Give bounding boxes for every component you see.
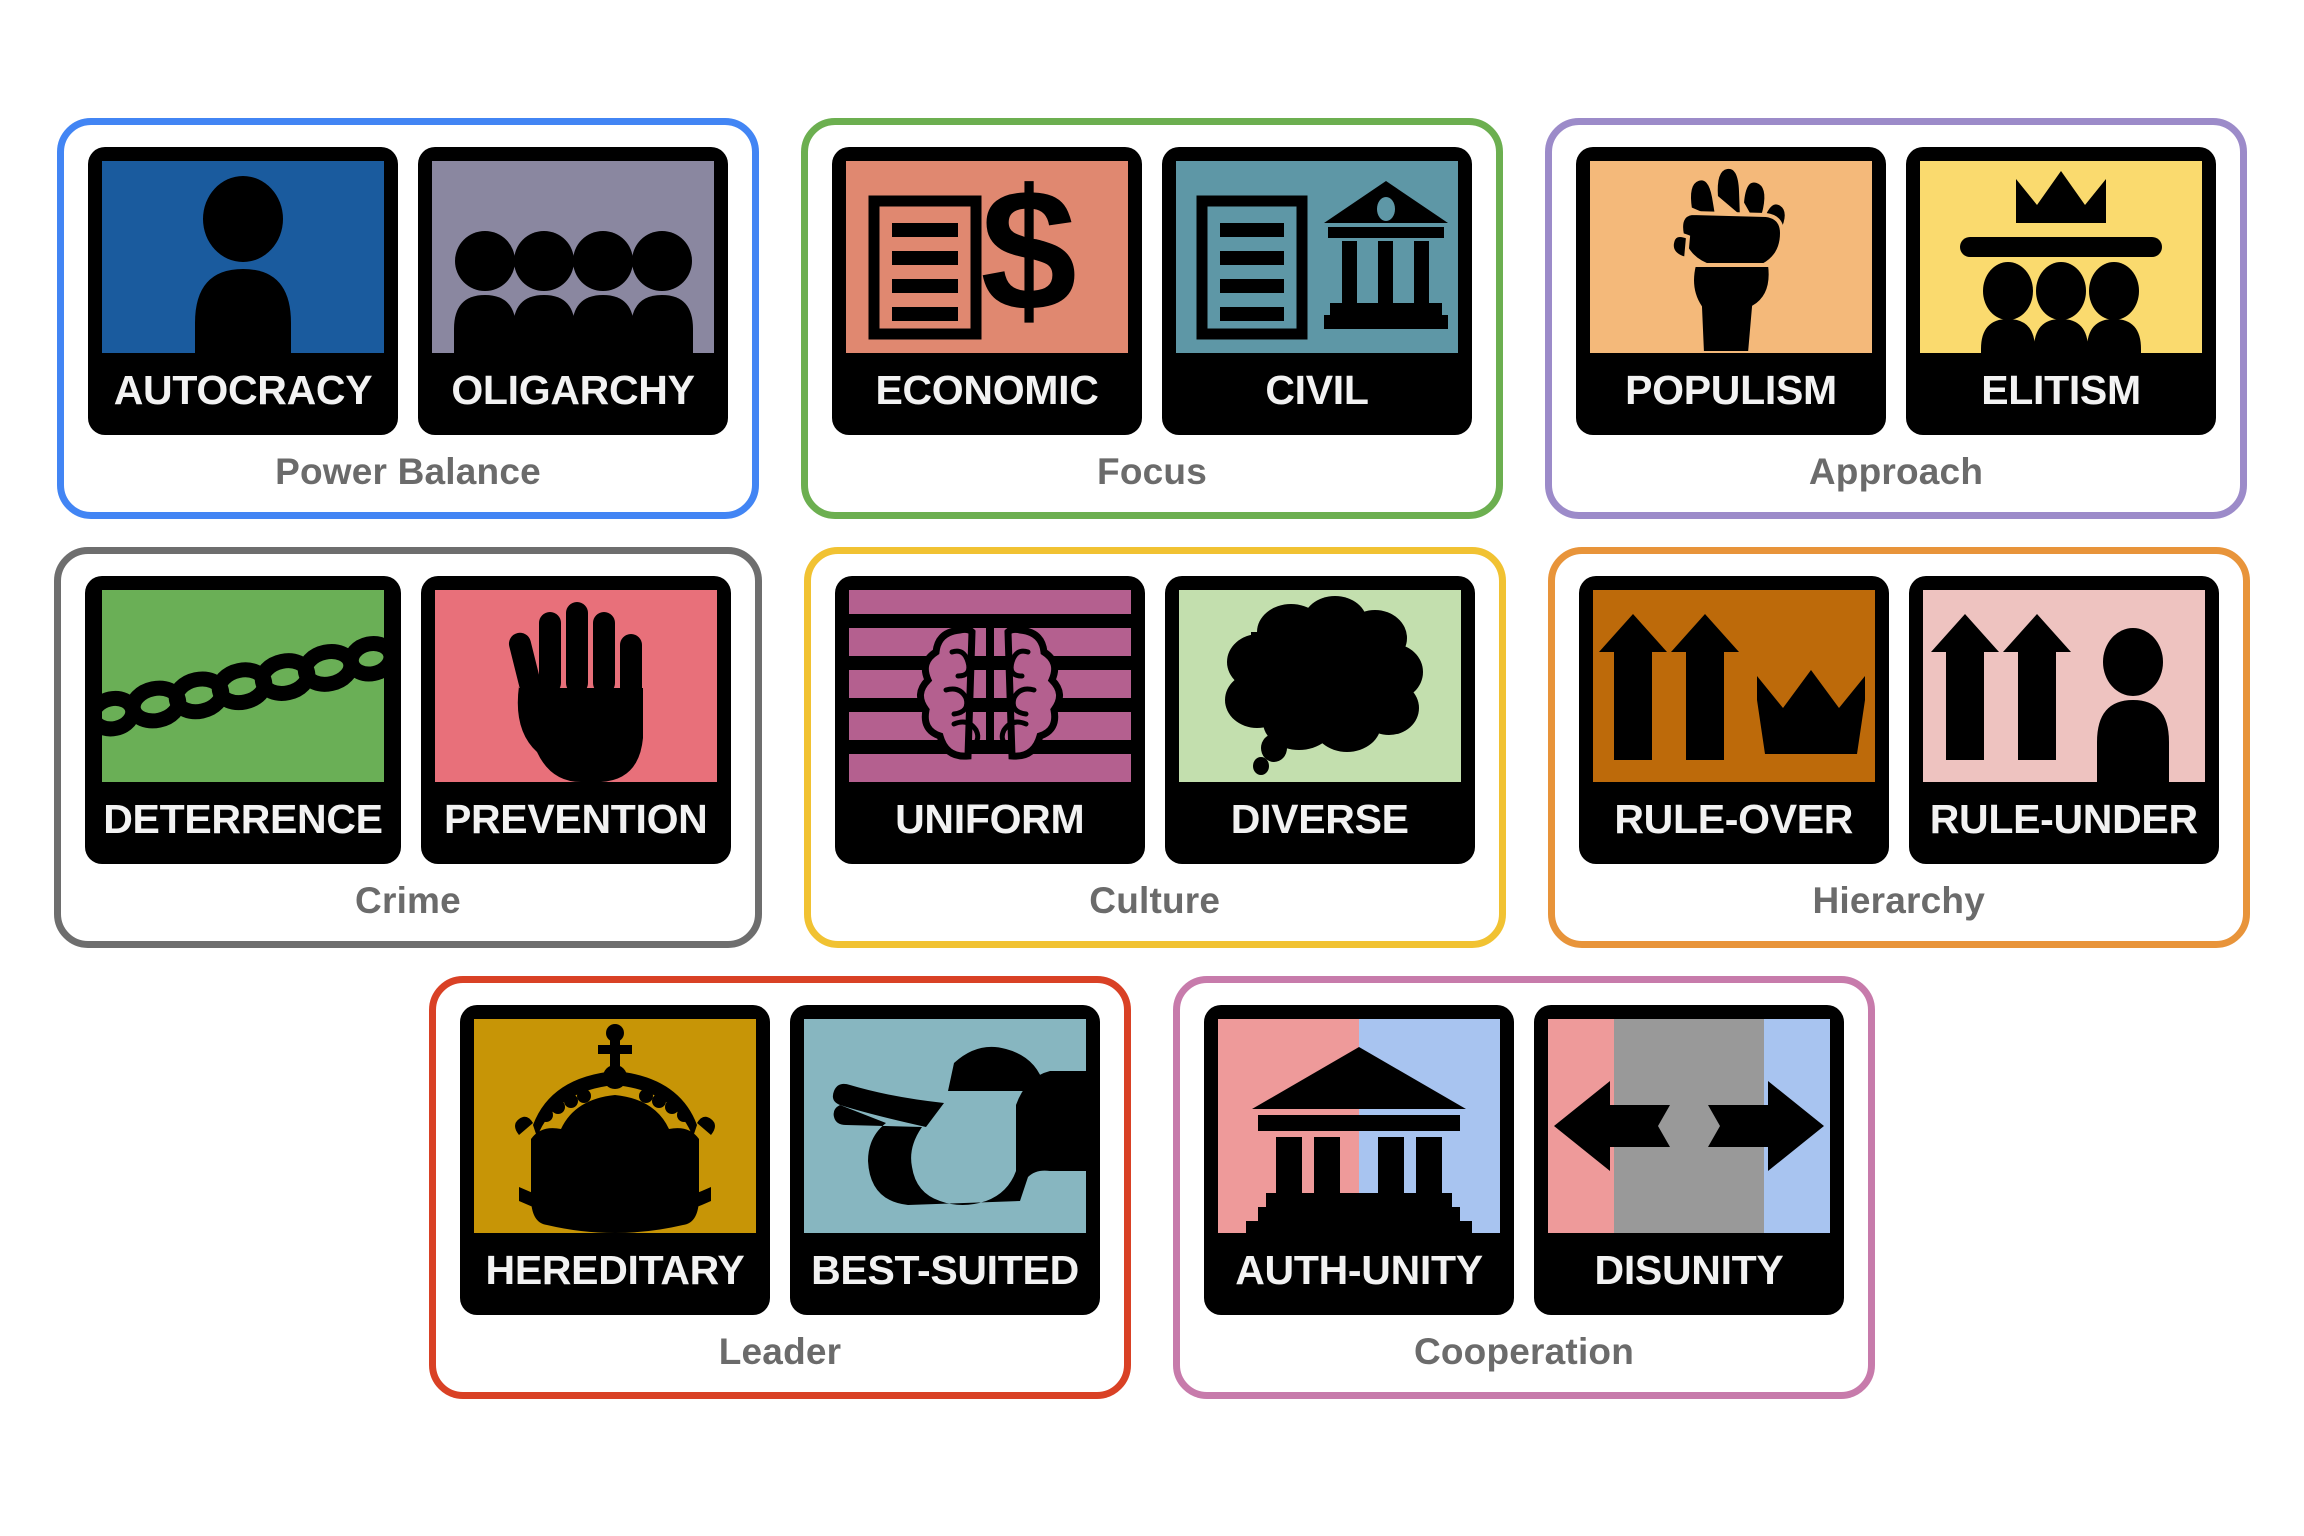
tile-prevention[interactable]: PREVENTION xyxy=(420,576,731,864)
split-arrows-icon xyxy=(1548,1019,1830,1233)
group-crime[interactable]: DETERRENCE PREVENTION Crime xyxy=(54,547,762,948)
tile-label: RULE-OVER xyxy=(1614,796,1854,842)
group-focus[interactable]: $ ECONOMIC CIVIL Focus xyxy=(801,118,1503,519)
tile-label: ELITISM xyxy=(1981,367,2141,413)
group-label-culture: Culture xyxy=(1089,880,1221,921)
tile-rule-under[interactable]: RULE-UNDER xyxy=(1908,576,2219,864)
group-culture[interactable]: UNIFORM DIVERSE Culture xyxy=(803,547,1506,948)
group-cooperation[interactable]: AUTH-UNITY DISUNITY Cooperation xyxy=(1173,976,1875,1399)
tile-label: BEST-SUITED xyxy=(811,1247,1079,1293)
tile-pair: AUTH-UNITY DISUNITY xyxy=(1204,1005,1844,1315)
thought-cloud-icon xyxy=(1224,596,1423,775)
pointing-hand-icon xyxy=(832,1046,1086,1205)
arrows-up-crown-icon xyxy=(1598,614,1865,760)
disunity-art xyxy=(1548,1019,1830,1233)
tile-label: AUTH-UNITY xyxy=(1235,1247,1483,1293)
raised-fist-icon xyxy=(1669,164,1789,353)
crown-over-people-icon xyxy=(1960,171,2162,353)
rule-over-art xyxy=(1592,590,1875,782)
tile-label: DIVERSE xyxy=(1230,796,1409,842)
tile-pair: POPULISM ELITISM xyxy=(1576,147,2216,435)
open-hand-stop-icon xyxy=(508,602,643,782)
economic-art: $ xyxy=(846,161,1128,353)
board-row-1: AUTOCRACY OLIGARCHY Power Balance $ ECON… xyxy=(0,118,2304,519)
document-dollar-icon: $ xyxy=(868,161,1077,347)
oligarchy-art xyxy=(432,161,714,353)
tile-label: UNIFORM xyxy=(895,796,1085,842)
populism-art xyxy=(1590,161,1872,353)
royal-crown-icon xyxy=(515,1024,715,1233)
best-suited-art xyxy=(804,1019,1086,1233)
tile-pair: $ ECONOMIC CIVIL xyxy=(832,147,1472,435)
tile-hereditary[interactable]: HEREDITARY xyxy=(460,1005,770,1315)
tile-elitism[interactable]: ELITISM xyxy=(1906,147,2216,435)
tile-label: OLIGARCHY xyxy=(451,367,695,413)
civil-art xyxy=(1176,161,1458,353)
tile-label: AUTOCRACY xyxy=(113,367,373,413)
chain-icon xyxy=(101,636,384,737)
tile-rule-over[interactable]: RULE-OVER xyxy=(1578,576,1889,864)
tile-label: POPULISM xyxy=(1625,367,1837,413)
tile-label: CIVIL xyxy=(1265,367,1369,413)
board-row-2: DETERRENCE PREVENTION Crime UNIFORM DIVE… xyxy=(0,547,2304,948)
tile-auth-unity[interactable]: AUTH-UNITY xyxy=(1204,1005,1514,1315)
arrows-up-person-icon xyxy=(1930,614,2169,782)
elitism-art xyxy=(1920,161,2202,353)
tile-economic[interactable]: $ ECONOMIC xyxy=(832,147,1142,435)
uniform-art xyxy=(848,590,1131,782)
group-power-balance[interactable]: AUTOCRACY OLIGARCHY Power Balance xyxy=(57,118,759,519)
group-label-approach: Approach xyxy=(1808,451,1984,492)
tile-label: HEREDITARY xyxy=(485,1247,745,1293)
hereditary-art xyxy=(474,1019,756,1233)
four-people-icon xyxy=(454,231,693,353)
tile-pair: RULE-OVER RULE-UNDER xyxy=(1578,576,2219,864)
tile-oligarchy[interactable]: OLIGARCHY xyxy=(418,147,728,435)
governance-trait-board: AUTOCRACY OLIGARCHY Power Balance $ ECON… xyxy=(0,118,2304,1536)
striped-brain-icon xyxy=(848,614,1131,760)
tile-autocracy[interactable]: AUTOCRACY xyxy=(88,147,398,435)
tile-deterrence[interactable]: DETERRENCE xyxy=(85,576,401,864)
tile-pair: UNIFORM DIVERSE xyxy=(834,576,1475,864)
board-row-3: HEREDITARY BEST-SUITED Leader AUTH-UNITY… xyxy=(0,976,2304,1399)
tile-pair: HEREDITARY BEST-SUITED xyxy=(460,1005,1100,1315)
rule-under-art xyxy=(1922,590,2205,782)
tile-label: DETERRENCE xyxy=(103,796,383,842)
tile-uniform[interactable]: UNIFORM xyxy=(834,576,1145,864)
prevention-art xyxy=(434,590,717,782)
group-label-hierarchy: Hierarchy xyxy=(1812,880,1985,921)
tile-label: ECONOMIC xyxy=(875,367,1099,413)
unified-courthouse-icon xyxy=(1218,1019,1500,1233)
group-label-focus: Focus xyxy=(1097,451,1207,492)
group-label-power-balance: Power Balance xyxy=(275,451,541,492)
tile-best-suited[interactable]: BEST-SUITED xyxy=(790,1005,1100,1315)
group-leader[interactable]: HEREDITARY BEST-SUITED Leader xyxy=(429,976,1131,1399)
group-label-crime: Crime xyxy=(355,880,461,921)
group-label-leader: Leader xyxy=(718,1331,842,1372)
group-hierarchy[interactable]: RULE-OVER RULE-UNDER Hierarchy xyxy=(1547,547,2250,948)
tile-disunity[interactable]: DISUNITY xyxy=(1534,1005,1844,1315)
tile-civil[interactable]: CIVIL xyxy=(1162,147,1472,435)
tile-label: DISUNITY xyxy=(1594,1247,1784,1293)
tile-label: RULE-UNDER xyxy=(1929,796,2198,842)
autocracy-art xyxy=(102,161,384,353)
diverse-art xyxy=(1178,590,1461,782)
group-label-cooperation: Cooperation xyxy=(1413,1331,1635,1372)
auth-unity-art xyxy=(1218,1019,1500,1233)
document-courthouse-icon xyxy=(1196,181,1448,340)
tile-label: PREVENTION xyxy=(443,796,708,842)
tile-pair: DETERRENCE PREVENTION xyxy=(85,576,731,864)
group-approach[interactable]: POPULISM ELITISM Approach xyxy=(1545,118,2247,519)
single-person-icon xyxy=(195,176,291,353)
tile-populism[interactable]: POPULISM xyxy=(1576,147,1886,435)
tile-pair: AUTOCRACY OLIGARCHY xyxy=(88,147,728,435)
svg-text:$: $ xyxy=(980,161,1076,347)
tile-diverse[interactable]: DIVERSE xyxy=(1164,576,1475,864)
deterrence-art xyxy=(101,590,384,782)
